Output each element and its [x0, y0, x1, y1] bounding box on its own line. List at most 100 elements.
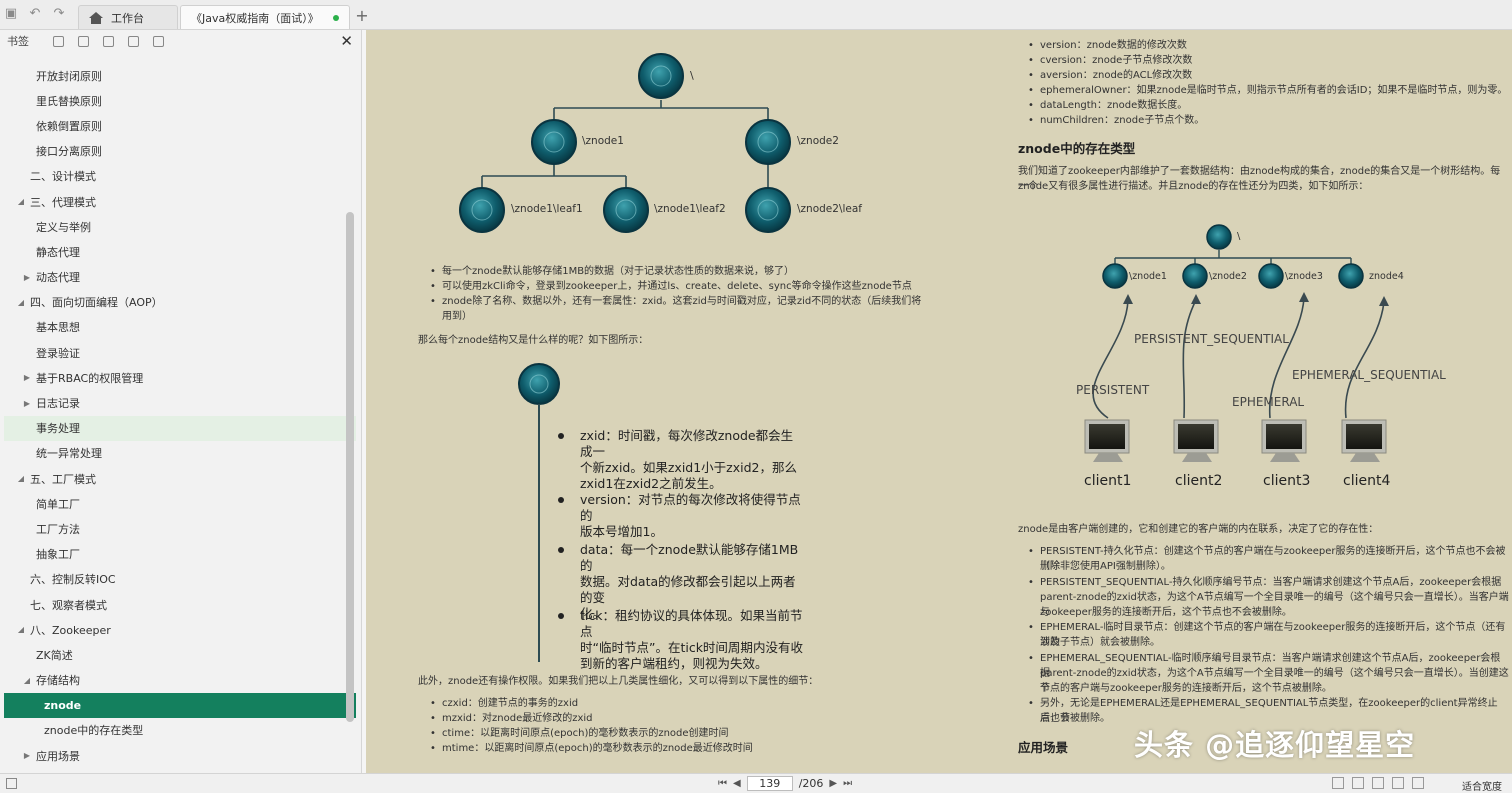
sidebar-item[interactable]: ◢ 五、工厂模式 [0, 466, 356, 491]
sidebar-item[interactable]: 基本思想 [0, 315, 356, 340]
double-page-icon[interactable] [1352, 777, 1364, 789]
page-number-input[interactable]: 139 [746, 776, 793, 791]
sidebar-item[interactable]: 简单工厂 [0, 491, 356, 516]
type-note-cont: 点也会被删除。 [1040, 713, 1110, 724]
heading-application-scenarios: 应用场景 [1018, 740, 1069, 755]
tree1-leaf3-label: \znode2\leaf [797, 203, 862, 215]
sidebar-title: 书签 [7, 35, 29, 48]
tab-workbench[interactable]: 工作台 [78, 5, 178, 29]
sidebar-item[interactable]: 统一异常处理 [0, 441, 356, 466]
sidebar-item-label: 四、面向切面编程（AOP） [30, 296, 163, 310]
zxid-line1: zxid：时间戳，每次修改znode都会生成一 [580, 428, 794, 459]
sidebar-item[interactable]: ◢ 四、面向切面编程（AOP） [0, 290, 356, 315]
save-icon[interactable]: ▣ [4, 7, 18, 21]
next-page-icon[interactable]: ▶ [829, 778, 837, 789]
zoom-in-icon[interactable] [1412, 777, 1424, 789]
sidebar-item[interactable]: 六、控制反转IOC [0, 567, 356, 592]
expanded-arrow-icon[interactable]: ◢ [16, 625, 26, 634]
sidebar-item[interactable]: znode [4, 692, 356, 718]
single-page-icon[interactable] [1332, 777, 1344, 789]
left-question: 那么每个znode结构又是什么样的呢？如下图所示： [418, 335, 649, 346]
sidebar-item[interactable]: 依赖倒置原则 [0, 113, 356, 138]
close-icon[interactable]: ✕ [340, 32, 353, 50]
sidebar-item[interactable]: 工厂方法 [0, 516, 356, 541]
expand-all-icon[interactable] [53, 35, 64, 47]
version-line1: version：对节点的每次修改将使得节点的 [580, 492, 801, 523]
sidebar-item[interactable]: 事务处理 [4, 415, 356, 441]
bookmark-sidebar: 书签 ✕ 开放封闭原则 里氏替换原则 依赖倒置原则接口分离原则二、设计模式 ◢ 三、代理… [0, 30, 362, 773]
label-persistent: PERSISTENT [1076, 383, 1150, 397]
sidebar-item[interactable]: 登录验证 [0, 340, 356, 365]
collapse-all-icon[interactable] [78, 35, 89, 47]
sidebar-item-label: 登录验证 [36, 346, 80, 360]
label-ephemeral-sequential: EPHEMERAL_SEQUENTIAL [1292, 368, 1446, 382]
sidebar-item[interactable]: ZK简述 [0, 642, 356, 667]
sidebar-item[interactable]: 开放封闭原则 [0, 63, 356, 88]
expanded-arrow-icon[interactable]: ◢ [22, 676, 32, 685]
client3-monitor-icon [1261, 419, 1307, 462]
expanded-arrow-icon[interactable]: ◢ [16, 298, 26, 307]
sidebar-item-label: 接口分离原则 [36, 145, 102, 159]
prev-page-icon[interactable]: ◀ [733, 778, 741, 789]
sidebar-item[interactable]: znode中的存在类型 [0, 718, 356, 743]
collapsed-arrow-icon[interactable]: ▶ [22, 399, 32, 408]
sidebar-item[interactable]: ◢ 存储结构 [0, 668, 356, 693]
sidebar-item[interactable]: ▶ 动态代理 [0, 265, 356, 290]
sidebar-item[interactable]: 里氏替换原则 [0, 88, 356, 113]
expanded-arrow-icon[interactable]: ◢ [16, 474, 26, 483]
expanded-arrow-icon[interactable]: ◢ [16, 197, 26, 206]
para2: znode是由客户端创建的，它和创建它的客户端的内在联系，决定了它的存在性： [1018, 524, 1379, 535]
type-ephemeral-seq-cont2: 节点的客户端与zookeeper服务的连接断开后，这个节点被删除。 [1040, 683, 1332, 694]
label-persistent-sequential: PERSISTENT_SEQUENTIAL [1134, 332, 1289, 346]
collapsed-arrow-icon[interactable]: ▶ [22, 373, 32, 382]
zoom-mode-label[interactable]: 适合宽度 [1462, 778, 1502, 793]
delete-icon[interactable] [153, 35, 164, 47]
sidebar-item-label: 五、工厂模式 [30, 472, 96, 486]
tab-document[interactable]: 《Java权威指南（面试）》 [180, 5, 350, 29]
sidebar-item[interactable]: ▶ 基于RBAC的权限管理 [0, 365, 356, 390]
new-tab-button[interactable]: + [352, 5, 372, 29]
sidebar-item-label: 动态代理 [36, 271, 80, 285]
sidebar-item[interactable]: 定义与举例 [0, 214, 356, 239]
zk-node-2-label: \znode2 [1209, 271, 1247, 282]
redo-icon[interactable]: ↷ [52, 7, 66, 21]
sidebar-item[interactable]: ▶ 应用场景 [0, 743, 356, 768]
tick-line1: tick：租约协议的具体体现。如果当前节点 [580, 608, 803, 639]
attr-bullet-4: mtime：以距离时间原点(epoch)的毫秒数表示的znode最近修改时间 [430, 741, 930, 756]
layout-toggle-icon[interactable] [6, 778, 17, 789]
sidebar-item-label: 存储结构 [36, 674, 80, 688]
left-bullet-3-cont: 用到） [442, 311, 472, 322]
sidebar-item-label: 静态代理 [36, 245, 80, 259]
sidebar-item-label: 抽象工厂 [36, 548, 80, 562]
right-bullet-5: dataLength：znode数据长度。 [1028, 98, 1498, 113]
page-navigator: ⏮ ◀ 139 /206 ▶ ⏭ [718, 776, 852, 791]
bookmark-icon[interactable] [128, 35, 139, 47]
sidebar-item[interactable]: 静态代理 [0, 239, 356, 264]
sidebar-scrollbar[interactable] [346, 212, 354, 722]
tick-line2: 时“临时节点”。在tick时间周期内没有收 [580, 640, 803, 655]
sidebar-item-label: 统一异常处理 [36, 447, 102, 461]
last-page-icon[interactable]: ⏭ [843, 778, 852, 789]
sidebar-item[interactable]: 二、设计模式 [0, 164, 356, 189]
left-bullet-1: 每一个znode默认能够存储1MB的数据（对于记录状态性质的数据来说，够了） [430, 264, 930, 279]
add-bookmark-icon[interactable] [103, 35, 114, 47]
sidebar-item[interactable]: 接口分离原则 [0, 139, 356, 164]
sidebar-item[interactable]: ◢ 三、代理模式 [0, 189, 356, 214]
zoom-out-icon[interactable] [1392, 777, 1404, 789]
sidebar-item[interactable]: ◢ 八、Zookeeper [0, 617, 356, 642]
right-bullet-1: version：znode数据的修改次数 [1028, 38, 1498, 53]
sidebar-item[interactable]: 抽象工厂 [0, 542, 356, 567]
zk-root-node [1206, 224, 1232, 250]
sidebar-item-label: 八、Zookeeper [30, 623, 111, 637]
first-page-icon[interactable]: ⏮ [718, 778, 727, 789]
collapsed-arrow-icon[interactable]: ▶ [22, 273, 32, 282]
label-ephemeral: EPHEMERAL [1232, 395, 1305, 409]
sidebar-item-label: znode中的存在类型 [44, 724, 144, 738]
sidebar-item[interactable]: 七、观察者模式 [0, 592, 356, 617]
continuous-icon[interactable] [1372, 777, 1384, 789]
collapsed-arrow-icon[interactable]: ▶ [22, 751, 32, 760]
undo-icon[interactable]: ↶ [28, 7, 42, 21]
sidebar-item[interactable]: ▶ 日志记录 [0, 390, 356, 415]
tree1-node-znode2 [745, 119, 791, 165]
type-bullet-persistent-seq: PERSISTENT_SEQUENTIAL-持久化顺序编号节点：当客户端请求创建… [1028, 575, 1508, 590]
